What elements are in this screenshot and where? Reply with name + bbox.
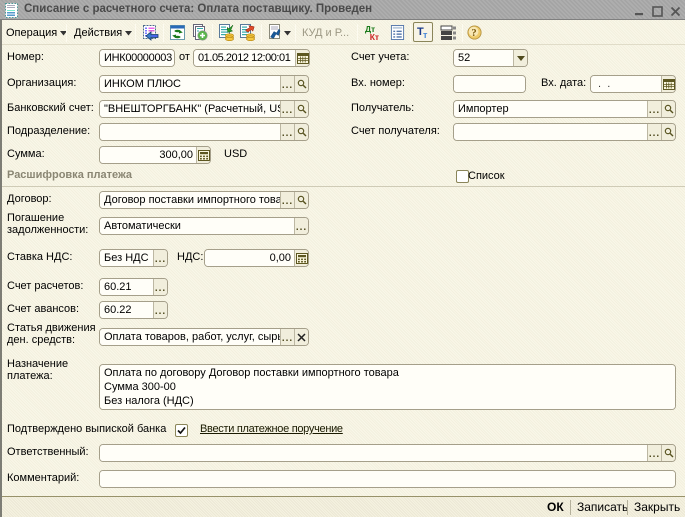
svg-text:?: ? (471, 28, 476, 39)
svg-text:т: т (423, 30, 428, 40)
